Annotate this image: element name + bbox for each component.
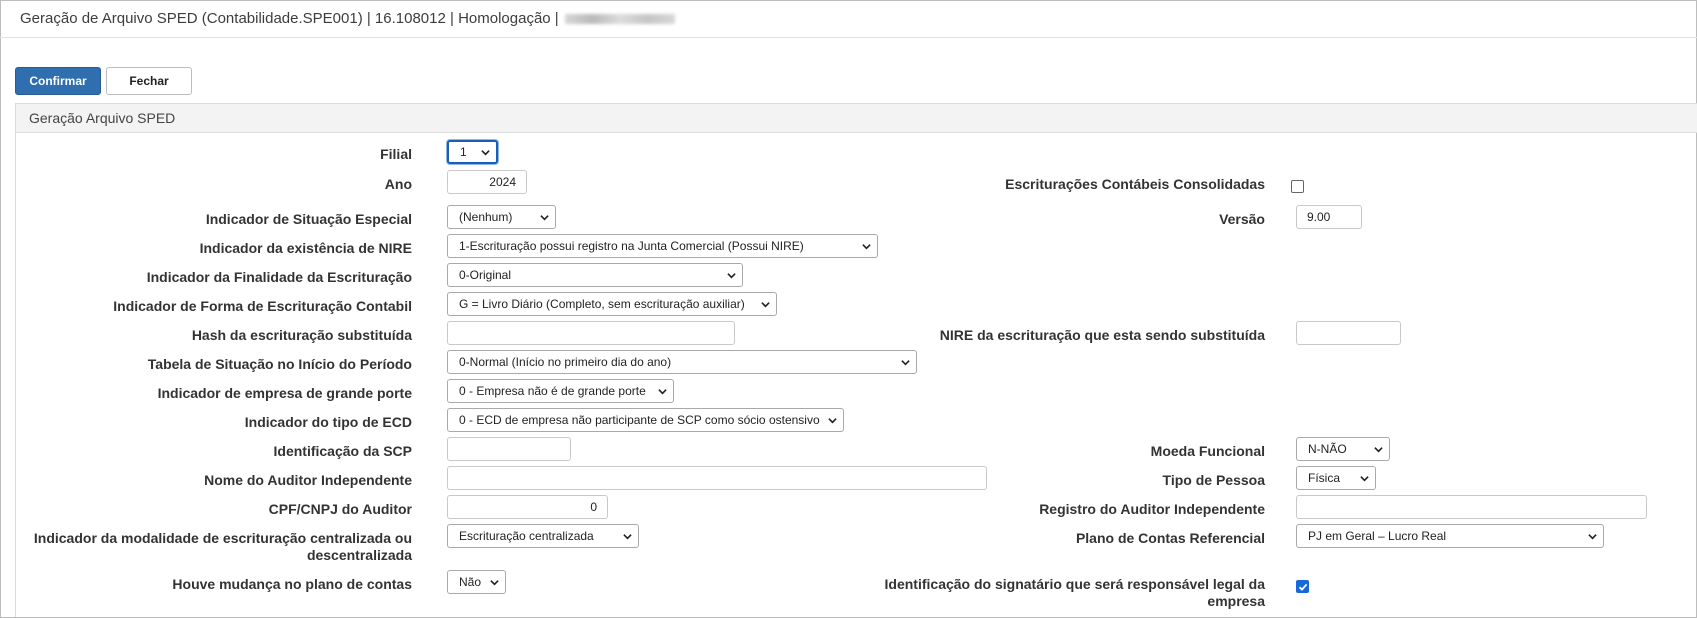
scp-input[interactable]: [447, 437, 571, 461]
modalidade-label-line2: descentralizada: [306, 547, 412, 563]
signatario-label-line1: Identificação do signatário que será res…: [884, 576, 1265, 592]
panel-title: Geração Arquivo SPED: [29, 110, 176, 126]
versao-value: 9.00: [1307, 210, 1331, 224]
check-icon: [1298, 583, 1308, 591]
signatario-label: Identificação do signatário que será res…: [825, 576, 1265, 610]
window-title: Geração de Arquivo SPED (Contabilidade.S…: [20, 10, 675, 27]
modalidade-label: Indicador da modalidade de escrituração …: [0, 530, 412, 564]
chevron-down-icon: [490, 579, 499, 585]
plano-referencial-label: Plano de Contas Referencial: [1075, 530, 1265, 546]
auditor-cpf-value: 0: [590, 500, 597, 514]
auditor-cpf-label: CPF/CNPJ do Auditor: [268, 501, 412, 517]
grande-porte-label: Indicador de empresa de grande porte: [157, 385, 412, 401]
chevron-down-icon: [761, 301, 770, 307]
filial-label: Filial: [380, 146, 412, 162]
moeda-select[interactable]: N-NÃO: [1296, 437, 1390, 461]
forma-select[interactable]: G = Livro Diário (Completo, sem escritur…: [447, 292, 777, 316]
ano-value: 2024: [489, 175, 516, 189]
hash-label: Hash da escrituração substituída: [191, 327, 412, 343]
confirm-button[interactable]: Confirmar: [15, 67, 101, 95]
plano-referencial-select[interactable]: PJ em Geral – Lucro Real: [1296, 524, 1604, 548]
auditor-registro-input[interactable]: [1296, 495, 1647, 519]
filial-select[interactable]: 1: [447, 140, 498, 164]
versao-label: Versão: [1219, 211, 1265, 227]
close-button[interactable]: Fechar: [106, 67, 192, 95]
tipo-ecd-value: 0 - ECD de empresa não participante de S…: [459, 413, 820, 427]
panel-header: Geração Arquivo SPED: [16, 103, 1697, 133]
redacted-environment-name: [564, 14, 675, 25]
nire-substituida-label: NIRE da escrituração que esta sendo subs…: [939, 327, 1265, 343]
chevron-down-icon: [540, 214, 549, 220]
ano-input[interactable]: 2024: [447, 170, 527, 194]
situacao-especial-select[interactable]: (Nenhum): [447, 205, 556, 229]
chevron-down-icon: [727, 272, 736, 278]
modalidade-value: Escrituração centralizada: [459, 529, 594, 543]
nire-value: 1-Escrituração possui registro na Junta …: [459, 239, 804, 253]
tipo-pessoa-select[interactable]: Física: [1296, 466, 1376, 490]
grande-porte-value: 0 - Empresa não é de grande porte: [459, 384, 646, 398]
chevron-down-icon: [1588, 533, 1597, 539]
tabela-situacao-label: Tabela de Situação no Início do Período: [147, 356, 412, 372]
grande-porte-select[interactable]: 0 - Empresa não é de grande porte: [447, 379, 674, 403]
versao-input[interactable]: 9.00: [1296, 205, 1362, 229]
chevron-down-icon: [901, 359, 910, 365]
signatario-checkbox[interactable]: [1296, 580, 1309, 593]
tipo-ecd-select[interactable]: 0 - ECD de empresa não participante de S…: [447, 408, 844, 432]
finalidade-label: Indicador da Finalidade da Escrituração: [146, 269, 412, 285]
chevron-down-icon: [1374, 446, 1383, 452]
tabela-situacao-select[interactable]: 0-Normal (Início no primeiro dia do ano): [447, 350, 917, 374]
auditor-registro-label: Registro do Auditor Independente: [1039, 501, 1265, 517]
filial-value: 1: [460, 145, 467, 159]
auditor-nome-input[interactable]: [447, 466, 987, 490]
chevron-down-icon: [481, 149, 490, 155]
chevron-down-icon: [1360, 475, 1369, 481]
situacao-especial-label: Indicador de Situação Especial: [205, 211, 412, 227]
chevron-down-icon: [862, 243, 871, 249]
chevron-down-icon: [658, 388, 667, 394]
hash-input[interactable]: [447, 321, 735, 345]
tabela-situacao-value: 0-Normal (Início no primeiro dia do ano): [459, 355, 672, 369]
tipo-ecd-label: Indicador do tipo de ECD: [244, 414, 412, 430]
window-title-text: Geração de Arquivo SPED (Contabilidade.S…: [20, 10, 559, 27]
plano-referencial-value: PJ em Geral – Lucro Real: [1308, 529, 1447, 543]
nire-select[interactable]: 1-Escrituração possui registro na Junta …: [447, 234, 878, 258]
moeda-value: N-NÃO: [1308, 442, 1347, 456]
situacao-especial-value: (Nenhum): [459, 210, 513, 224]
consolidadas-checkbox[interactable]: [1291, 180, 1304, 193]
chevron-down-icon: [828, 417, 837, 423]
mudanca-plano-label: Houve mudança no plano de contas: [172, 576, 412, 592]
scp-label: Identificação da SCP: [273, 443, 412, 459]
chevron-down-icon: [623, 533, 632, 539]
finalidade-value: 0-Original: [459, 268, 512, 282]
auditor-nome-label: Nome do Auditor Independente: [204, 472, 412, 488]
nire-label: Indicador da existência de NIRE: [199, 240, 412, 256]
signatario-label-line2: empresa: [1207, 593, 1265, 609]
ano-label: Ano: [384, 176, 412, 192]
mudanca-plano-select[interactable]: Não: [447, 570, 506, 594]
forma-value: G = Livro Diário (Completo, sem escritur…: [459, 297, 745, 311]
nire-substituida-input[interactable]: [1296, 321, 1401, 345]
title-divider: [0, 37, 1697, 38]
forma-label: Indicador de Forma de Escrituração Conta…: [113, 298, 412, 314]
consolidadas-label: Escriturações Contábeis Consolidadas: [1005, 176, 1265, 192]
modalidade-select[interactable]: Escrituração centralizada: [447, 524, 639, 548]
finalidade-select[interactable]: 0-Original: [447, 263, 743, 287]
tipo-pessoa-value: Física: [1308, 471, 1341, 485]
auditor-cpf-input[interactable]: 0: [447, 495, 608, 519]
mudanca-plano-value: Não: [459, 575, 482, 589]
modalidade-label-line1: Indicador da modalidade de escrituração …: [33, 530, 412, 546]
moeda-label: Moeda Funcional: [1150, 443, 1265, 459]
